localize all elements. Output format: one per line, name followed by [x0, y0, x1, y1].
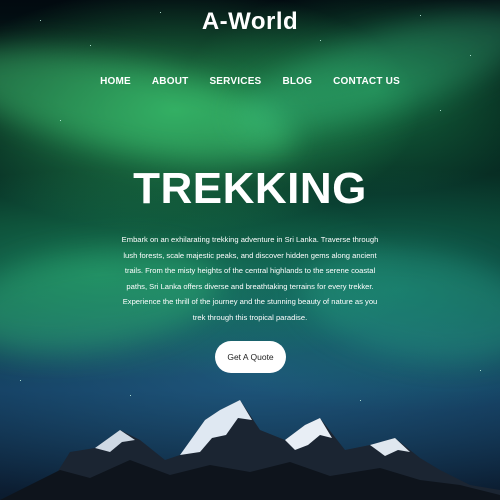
- hero-title: TREKKING: [133, 164, 367, 213]
- nav-item-home[interactable]: HOME: [100, 76, 131, 87]
- nav-item-blog[interactable]: BLOG: [282, 76, 312, 87]
- get-a-quote-button[interactable]: Get A Quote: [215, 341, 286, 373]
- nav-item-contact-us[interactable]: CONTACT US: [333, 76, 400, 87]
- nav-item-services[interactable]: SERVICES: [209, 76, 261, 87]
- mountain-range: [0, 400, 500, 500]
- main-nav: HOME ABOUT SERVICES BLOG CONTACT US: [0, 76, 500, 87]
- nav-item-about[interactable]: ABOUT: [152, 76, 189, 87]
- site-logo[interactable]: A-World: [0, 8, 500, 36]
- hero-description: Embark on an exhilarating trekking adven…: [121, 235, 379, 322]
